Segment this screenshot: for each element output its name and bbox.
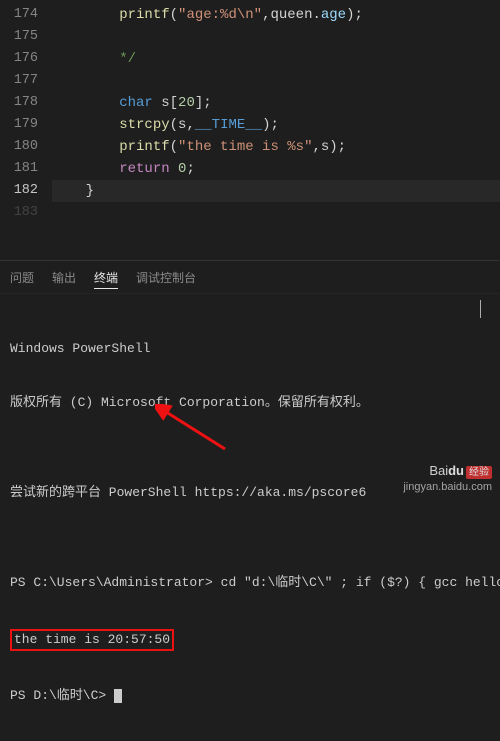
highlighted-output: the time is 20:57:50	[10, 629, 174, 651]
panel-tab[interactable]: 终端	[94, 267, 118, 289]
panel-tab[interactable]: 调试控制台	[136, 267, 196, 289]
prompt-path: PS C:\Users\Administrator>	[10, 575, 213, 590]
prompt-command	[106, 688, 114, 703]
watermark: Baidu经验 jingyan.baidu.com	[403, 464, 492, 494]
terminal-line: PS C:\Users\Administrator> cd "d:\临时\C\"…	[10, 574, 490, 592]
panel-tab[interactable]: 问题	[10, 267, 34, 289]
terminal-line: 版权所有 (C) Microsoft Corporation。保留所有权利。	[10, 394, 490, 412]
terminal-cursor-icon	[114, 689, 122, 703]
terminal-output-line: the time is 20:57:50	[10, 628, 490, 651]
panel-tabs: 问题输出终端调试控制台	[0, 260, 500, 294]
watermark-url: jingyan.baidu.com	[403, 480, 492, 494]
code-area[interactable]: printf("age:%d\n",queen.age); */ char s[…	[52, 0, 500, 260]
terminal-line: PS D:\临时\C>	[10, 687, 490, 705]
code-editor[interactable]: 174175176177178179180181182183 printf("a…	[0, 0, 500, 260]
prompt-path: PS D:\临时\C>	[10, 688, 106, 703]
line-number-gutter: 174175176177178179180181182183	[0, 0, 52, 260]
text-caret-icon	[480, 300, 481, 318]
watermark-brand: Baidu经验	[403, 464, 492, 480]
terminal-line: Windows PowerShell	[10, 340, 490, 358]
prompt-command: cd "d:\临时\C\" ; if ($?) { gcc hello.c -	[213, 575, 500, 590]
panel-tab[interactable]: 输出	[52, 267, 76, 289]
